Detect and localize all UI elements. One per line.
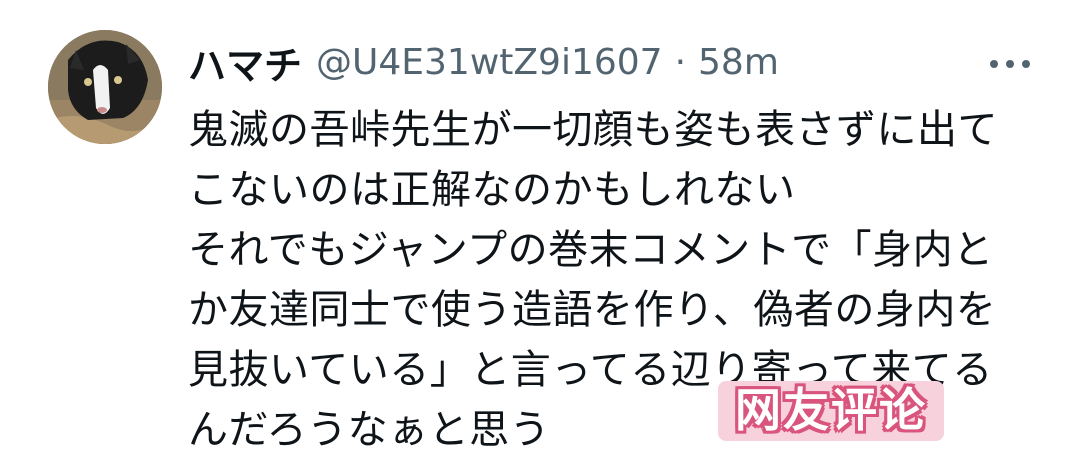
separator-dot: ·	[674, 41, 687, 83]
watermark-label: 网友评论	[718, 381, 944, 441]
tweet: ハマチ @U4E31wtZ9i1607 · 58m 鬼滅の吾峠先生が一切顔も姿も…	[0, 0, 1080, 453]
tweet-text-line: 鬼滅の吾峠先生が一切顔も姿も表さずに出て	[188, 107, 998, 153]
display-name[interactable]: ハマチ	[188, 35, 302, 90]
tweet-text-line: こないのは正解なのかもしれない	[188, 167, 796, 213]
more-horizontal-icon	[986, 60, 1034, 68]
user-handle[interactable]: @U4E31wtZ9i1607	[316, 42, 663, 83]
avatar[interactable]	[48, 30, 162, 144]
timestamp[interactable]: 58m	[698, 42, 779, 83]
more-options-button[interactable]	[978, 44, 1042, 84]
cat-photo-icon	[48, 30, 162, 144]
tweet-header: ハマチ @U4E31wtZ9i1607 · 58m	[188, 36, 779, 88]
tweet-text-line: それでもジャンプの巻末コメントで「身内と	[188, 227, 994, 273]
tweet-text-line: か友達同士で使う造語を作り、偽者の身内を	[188, 287, 997, 333]
